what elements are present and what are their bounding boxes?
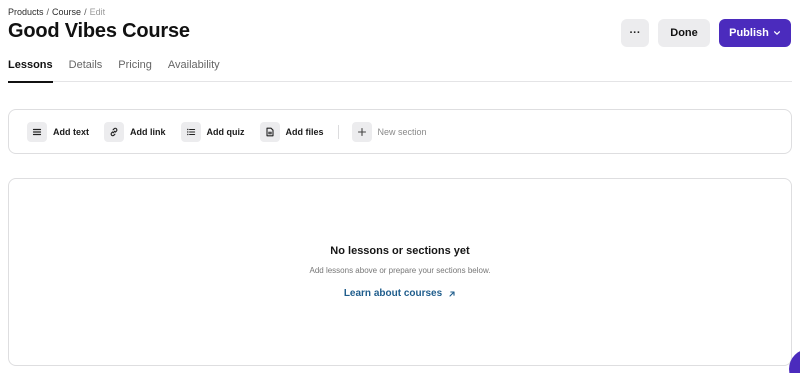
new-section-label: New section [377,126,427,137]
breadcrumb-course[interactable]: Course [52,7,81,17]
new-section-button[interactable]: New section [351,121,427,142]
add-text-button[interactable]: Add text [27,121,89,142]
file-icon [259,121,280,142]
publish-button[interactable]: Publish [719,19,791,47]
breadcrumb-current: Edit [89,7,106,17]
header-actions: ··· Done Publish [621,19,791,47]
arrow-up-right-icon [449,290,455,297]
tab-pricing[interactable]: Pricing [118,59,152,82]
tab-availability[interactable]: Availability [168,59,220,82]
more-options-button[interactable]: ··· [621,19,649,47]
publish-label: Publish [729,27,769,39]
add-files-label: Add files [285,126,324,137]
empty-state-card: No lessons or sections yet Add lessons a… [8,178,792,366]
empty-state-title: No lessons or sections yet [330,245,470,257]
plus-icon [351,121,372,142]
page-title: Good Vibes Course [8,20,190,42]
tab-lessons[interactable]: Lessons [8,59,53,83]
add-files-button[interactable]: Add files [259,121,324,142]
text-lines-icon [27,121,47,142]
toolbar-divider [337,124,339,139]
tab-bar: Lessons Details Pricing Availability [8,59,792,83]
learn-about-courses-link[interactable]: Learn about courses [9,288,791,299]
breadcrumb-separator: / [46,7,50,17]
add-quiz-button[interactable]: Add quiz [180,121,245,142]
link-icon [104,121,124,142]
breadcrumb-separator: / [84,7,87,17]
add-quiz-label: Add quiz [206,126,245,137]
list-icon [180,121,201,142]
tab-details[interactable]: Details [69,59,103,82]
add-link-button[interactable]: Add link [104,121,166,142]
done-button[interactable]: Done [658,19,710,47]
breadcrumb: Products / Course / Edit [8,7,105,17]
breadcrumb-products[interactable]: Products [8,7,44,17]
lesson-toolbar: Add text Add link Add quiz Add files New… [8,109,792,154]
add-link-label: Add link [130,126,166,137]
add-text-label: Add text [53,126,89,137]
learn-link-label: Learn about courses [343,288,443,299]
chevron-down-icon [773,31,780,35]
empty-state-subtitle: Add lessons above or prepare your sectio… [309,266,491,275]
